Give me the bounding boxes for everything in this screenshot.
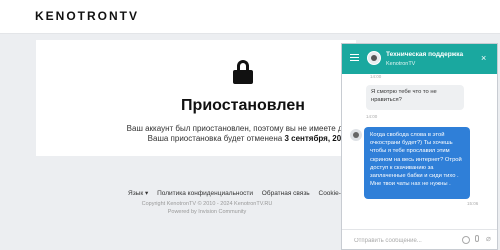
incoming-message: Я смотрю тебе что то не нравиться? bbox=[366, 85, 464, 110]
chat-messages[interactable]: 14:00 Я смотрю тебе что то не нравиться?… bbox=[342, 74, 497, 229]
menu-icon[interactable] bbox=[350, 54, 359, 61]
top-bar: KENOTRONTV bbox=[0, 0, 500, 34]
suspension-card: Приостановлен Ваш аккаунт был приостанов… bbox=[36, 40, 373, 156]
chat-subtitle: KenotronTV bbox=[386, 61, 416, 67]
footer-links: Язык ▾ Политика конфиденциальности Обрат… bbox=[128, 189, 357, 197]
outgoing-message: Когда свобода слова в этой очкострани бу… bbox=[364, 127, 470, 199]
close-icon[interactable]: × bbox=[481, 53, 486, 63]
outgoing-message-time: 15:06 bbox=[467, 201, 479, 206]
message-input[interactable] bbox=[354, 236, 449, 246]
chat-title: Техническая поддержка bbox=[386, 51, 464, 58]
lock-icon bbox=[233, 60, 253, 84]
emoji-icon[interactable] bbox=[462, 236, 470, 244]
footer-link-language[interactable]: Язык ▾ bbox=[128, 190, 148, 197]
incoming-message-time: 14:00 bbox=[366, 114, 378, 119]
user-avatar bbox=[350, 129, 362, 141]
site-logo[interactable]: KENOTRONTV bbox=[35, 9, 139, 23]
footer-link-privacy[interactable]: Политика конфиденциальности bbox=[157, 190, 253, 197]
support-avatar bbox=[367, 51, 381, 65]
attach-icon[interactable]: ⌀ bbox=[486, 235, 491, 243]
mic-icon[interactable] bbox=[475, 235, 479, 242]
message-time: 14:00 bbox=[370, 74, 382, 79]
chat-header: Техническая поддержка KenotronTV × bbox=[342, 44, 497, 74]
suspension-message-prefix: Ваша приостановка будет отменена bbox=[147, 134, 283, 143]
footer-link-feedback[interactable]: Обратная связь bbox=[262, 190, 310, 197]
support-chat-widget: Техническая поддержка KenotronTV × 14:00… bbox=[341, 43, 498, 250]
chat-input-bar: ⌀ bbox=[342, 229, 497, 249]
